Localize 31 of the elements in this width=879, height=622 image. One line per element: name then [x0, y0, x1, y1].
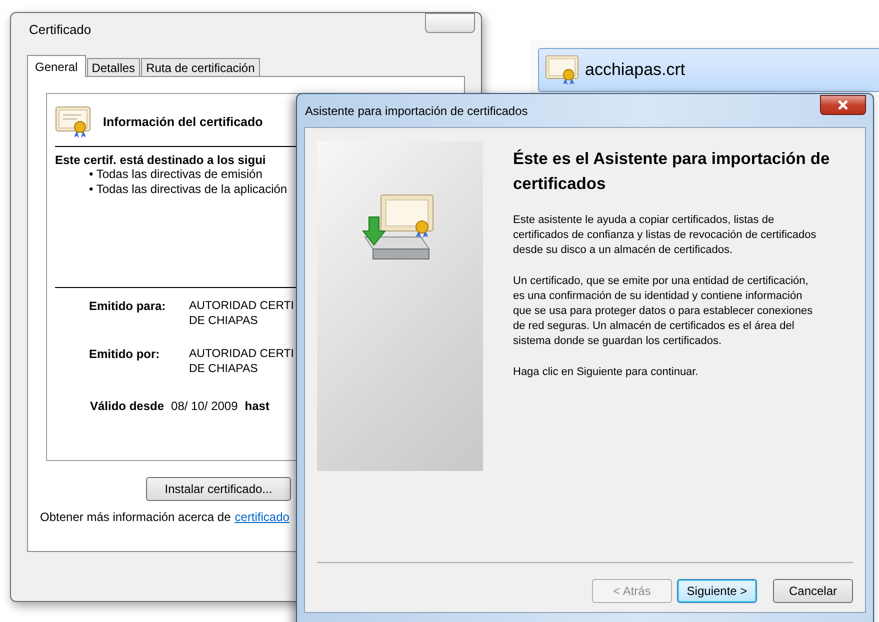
tab[interactable]: General: [27, 55, 86, 77]
file-item[interactable]: acchiapas.crt: [538, 48, 879, 92]
field-label: Emitido para:: [89, 299, 167, 315]
file-name: acchiapas.crt: [585, 60, 686, 80]
install-button[interactable]: Instalar certificado...: [146, 477, 291, 501]
field-value: AUTORIDAD CERTI DE CHIAPAS: [189, 347, 294, 377]
purpose-item: • Todas las directivas de emisión: [89, 167, 264, 182]
close-button[interactable]: [820, 94, 866, 114]
window-title: Certificado: [29, 22, 92, 36]
tab[interactable]: Ruta de certificación: [141, 58, 260, 77]
purpose-heading: Este certif. está destinado a los sigui: [55, 153, 267, 167]
certificate-icon: [55, 106, 91, 138]
window-title: Asistente para importación de certificados: [305, 104, 528, 118]
wizard-heading: Éste es el Asistente para importación de certificados: [513, 148, 831, 195]
certificate-icon: [545, 54, 579, 86]
tab[interactable]: Detalles: [86, 58, 140, 77]
certificates-link[interactable]: certificado: [234, 510, 290, 524]
field-value: AUTORIDAD CERTI DE CHIAPAS: [189, 299, 294, 329]
paragraph: Este asistente le ayuda a copiar certificados, listas de certificados de confianza y listas de revocación de certificados desde su disco a un almacén de certificados.: [513, 213, 818, 258]
field-label: Emitido por:: [89, 347, 161, 363]
wizard-button[interactable]: Cancelar: [773, 579, 853, 603]
paragraph: Haga clic en Siguiente para continuar.: [513, 365, 700, 380]
section-heading: Información del certificado: [103, 115, 263, 129]
wizard-button[interactable]: Siguiente >: [677, 579, 757, 603]
info-text: Obtener más información acerca de: [40, 510, 231, 524]
validity-label: hast: [244, 399, 270, 413]
validity-label: Válido desde: [90, 399, 164, 413]
validity-date: 08/ 10/ 2009: [171, 399, 238, 413]
purpose-item: • Todas las directivas de la aplicación: [89, 182, 288, 197]
close-icon: [837, 100, 849, 110]
paragraph: Un certificado, que se emite por una entidad de certificación, es una confirmación de su identidad y contiene información que se usa para proteger datos o para establecer conexiones de red seguras. Un almacén de certificados es el área del sistema donde se guardan los certificados.: [513, 274, 814, 349]
